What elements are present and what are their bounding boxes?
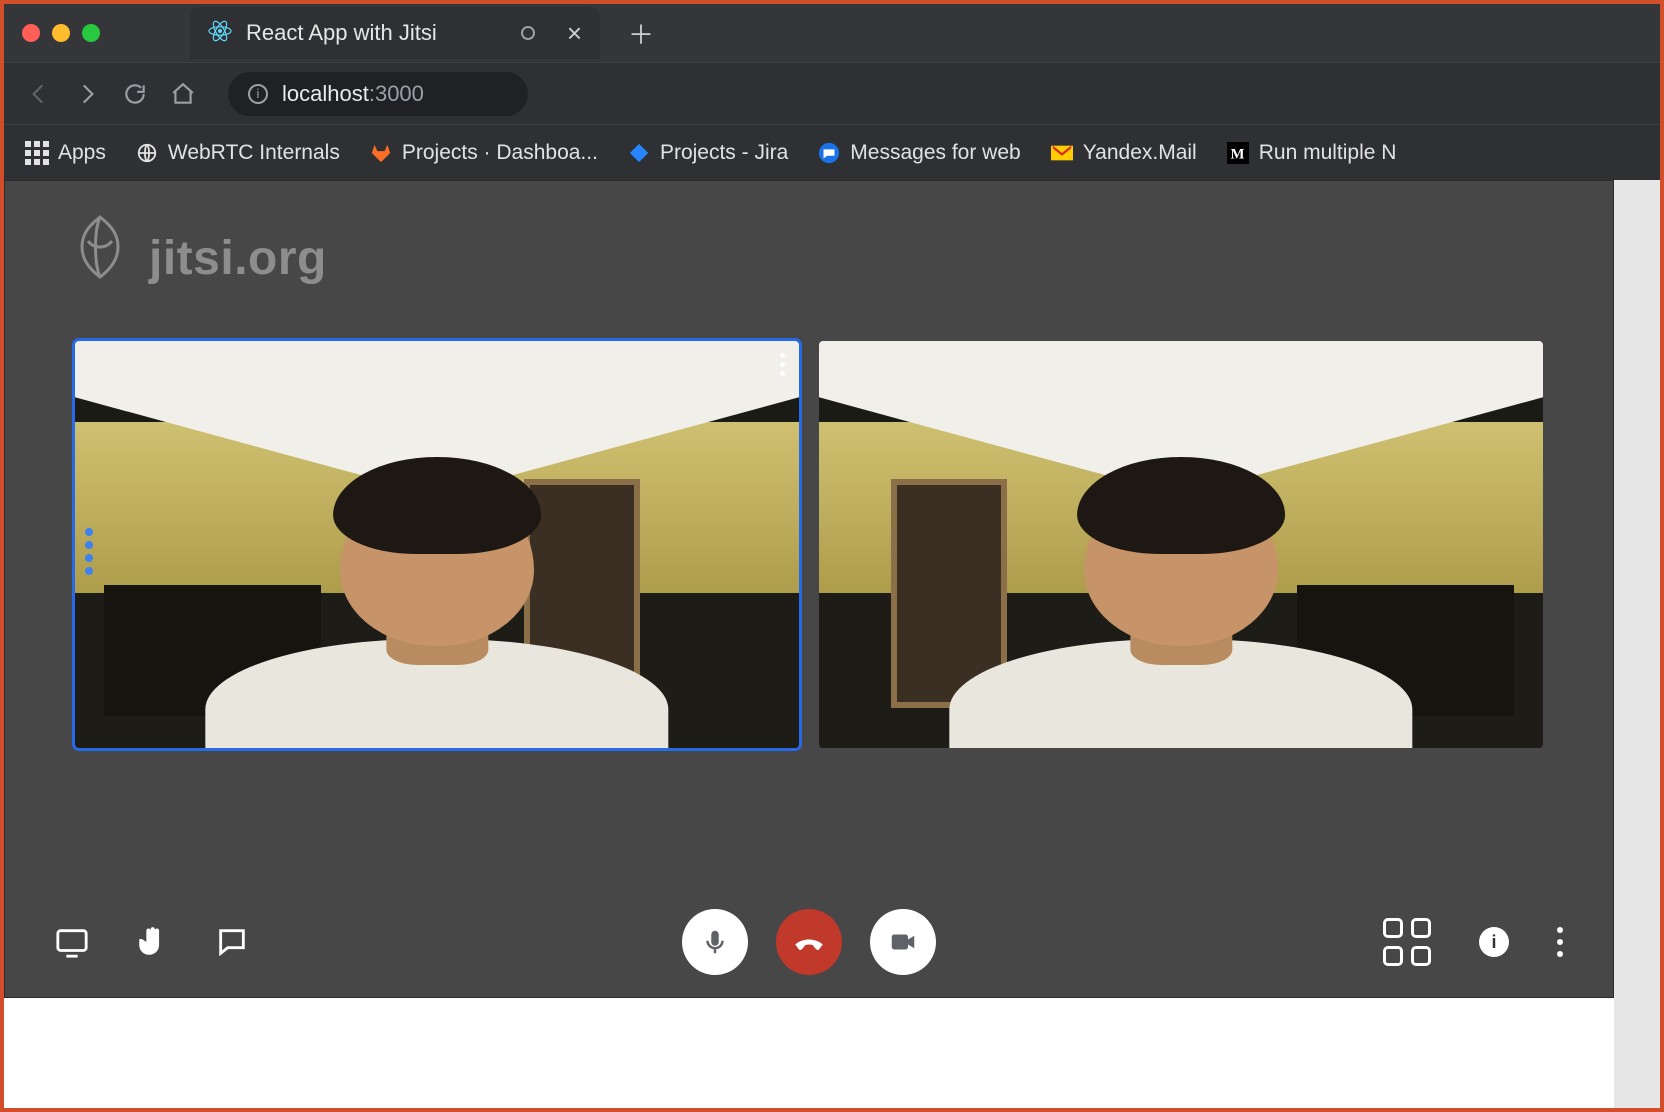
messages-icon: [818, 142, 840, 164]
title-bar: React App with Jitsi × ＋: [4, 4, 1660, 62]
new-tab-button[interactable]: ＋: [628, 15, 654, 52]
yandex-icon: [1051, 142, 1073, 164]
bookmark-medium[interactable]: M Run multiple N: [1227, 141, 1397, 165]
bookmark-label: WebRTC Internals: [168, 141, 340, 165]
tab-title: React App with Jitsi: [246, 20, 437, 46]
apps-grid-icon: [26, 142, 48, 164]
tab-close-button[interactable]: ×: [567, 18, 582, 49]
mute-video-button[interactable]: [870, 909, 936, 975]
info-icon: i: [1479, 927, 1509, 957]
gitlab-icon: [370, 142, 392, 164]
tileview-icon: [1383, 918, 1431, 966]
connection-indicator-icon[interactable]: [85, 528, 93, 575]
url-text: localhost:3000: [282, 81, 424, 107]
conference-toolbar: i: [5, 887, 1613, 997]
bookmark-yandex[interactable]: Yandex.Mail: [1051, 141, 1197, 165]
chat-button[interactable]: [215, 925, 249, 959]
page-margin: [1614, 180, 1660, 1108]
jira-icon: [628, 142, 650, 164]
bookmark-jira[interactable]: Projects - Jira: [628, 141, 788, 165]
tab-media-indicator-icon[interactable]: [521, 26, 535, 40]
tile-menu-button[interactable]: [780, 353, 785, 376]
kebab-icon: [1557, 927, 1563, 957]
video-placeholder: [75, 341, 799, 748]
svg-text:M: M: [1230, 146, 1244, 162]
bookmark-webrtc-internals[interactable]: WebRTC Internals: [136, 141, 340, 165]
jitsi-conference-frame: jitsi.org: [4, 180, 1614, 998]
react-icon: [208, 19, 232, 48]
jitsi-logo-icon: [65, 211, 135, 306]
bookmark-apps[interactable]: Apps: [26, 141, 106, 165]
bookmark-label: Run multiple N: [1259, 141, 1397, 165]
more-actions-button[interactable]: [1557, 927, 1563, 957]
window-controls: [22, 24, 100, 42]
browser-tab[interactable]: React App with Jitsi ×: [190, 7, 600, 59]
bookmark-label: Messages for web: [850, 141, 1020, 165]
window-close-button[interactable]: [22, 24, 40, 42]
screen-share-button[interactable]: [55, 925, 89, 959]
bookmark-gitlab[interactable]: Projects · Dashboa...: [370, 141, 598, 165]
home-button[interactable]: [170, 81, 196, 107]
info-button[interactable]: i: [1479, 927, 1509, 957]
participant-tile[interactable]: [75, 341, 799, 748]
mute-audio-button[interactable]: [682, 909, 748, 975]
raise-hand-button[interactable]: [135, 925, 169, 959]
bookmarks-bar: Apps WebRTC Internals Projects · Dashboa…: [4, 124, 1660, 180]
bookmark-label: Yandex.Mail: [1083, 141, 1197, 165]
forward-button[interactable]: [74, 81, 100, 107]
window-minimize-button[interactable]: [52, 24, 70, 42]
globe-icon: [136, 142, 158, 164]
hangup-button[interactable]: [776, 909, 842, 975]
browser-toolbar: i localhost:3000: [4, 62, 1660, 124]
video-placeholder: [819, 341, 1543, 748]
bookmark-label: Projects · Dashboa...: [402, 141, 598, 165]
window-zoom-button[interactable]: [82, 24, 100, 42]
site-info-icon[interactable]: i: [248, 84, 268, 104]
reload-button[interactable]: [122, 81, 148, 107]
address-bar[interactable]: i localhost:3000: [228, 72, 528, 116]
jitsi-watermark: jitsi.org: [65, 211, 327, 306]
back-button[interactable]: [26, 81, 52, 107]
jitsi-watermark-text: jitsi.org: [149, 231, 327, 286]
page-viewport: jitsi.org: [4, 180, 1660, 1108]
video-tiles: [75, 341, 1543, 748]
medium-icon: M: [1227, 142, 1249, 164]
bookmark-label: Apps: [58, 141, 106, 165]
browser-chrome: React App with Jitsi × ＋ i localhost:300…: [4, 4, 1660, 180]
tile-view-button[interactable]: [1383, 918, 1431, 966]
bookmark-label: Projects - Jira: [660, 141, 788, 165]
participant-tile[interactable]: [819, 341, 1543, 748]
bookmark-messages[interactable]: Messages for web: [818, 141, 1020, 165]
